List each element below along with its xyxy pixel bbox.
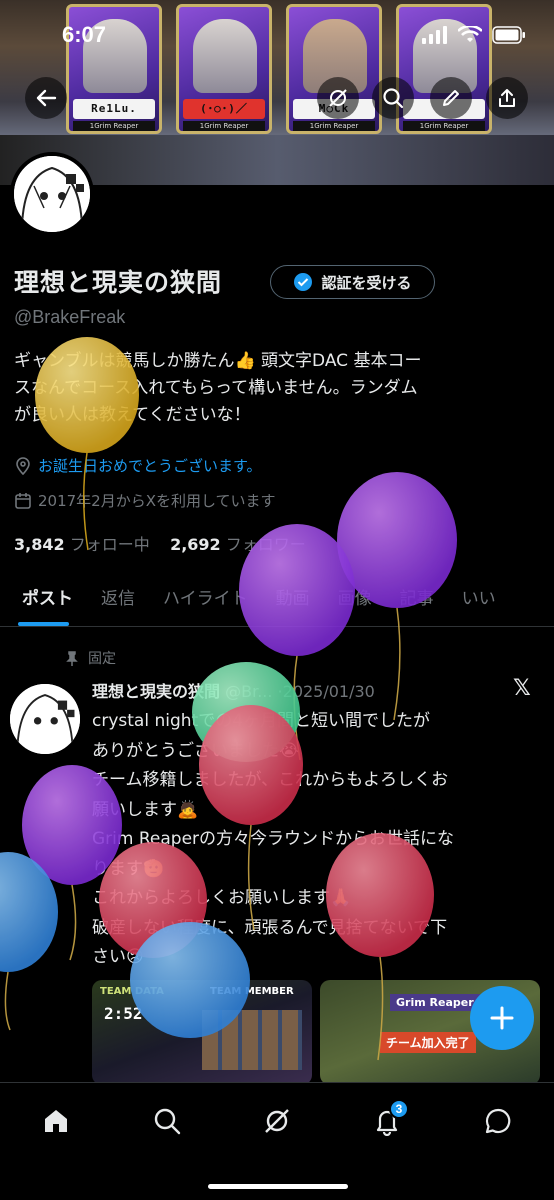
balloon-blue [0, 852, 58, 1031]
bio-line: ギャンブルは競馬しか勝たん👍 頭文字DAC 基本コー [14, 351, 422, 371]
post-author-handle: @Br... [225, 682, 273, 701]
post-body: crystal nightでの4ヶ月間と短い間でしたが ありがとうございました😭… [92, 707, 540, 973]
joined-line: 2017年2月からXを利用しています [14, 490, 276, 511]
profile-avatar[interactable] [10, 152, 94, 236]
compose-button[interactable] [470, 986, 534, 1050]
joined-text: 2017年2月からXを利用しています [38, 492, 276, 510]
post-line: ありがとうございました😭 [92, 740, 299, 761]
post-line: さい😢 [92, 947, 144, 967]
pinned-label: 固定 [88, 651, 116, 667]
grok-icon [265, 1109, 289, 1133]
post-line: Grim Reaperの方々今ラウンドからお世話にな [92, 829, 455, 849]
location-pin-icon [16, 456, 30, 475]
bio-line: が良い人は教えてくださいな！ [14, 405, 251, 425]
tab-posts[interactable]: ポスト [0, 572, 87, 626]
search-button[interactable] [372, 77, 414, 119]
edit-button[interactable] [430, 77, 472, 119]
media-member-label: TEAM MEMBER [210, 986, 294, 997]
x-logo-icon: 𝕏 [513, 676, 531, 701]
post-line: ります🫡 [92, 858, 165, 879]
nav-grok[interactable] [255, 1099, 299, 1143]
post-header: 理想と現実の狭間 @Br... ·2025/01/30 [92, 678, 375, 702]
share-icon [499, 89, 515, 107]
get-verified-label: 認証を受ける [321, 273, 412, 292]
post-line: チーム移籍しましたが、これからもよろしくお [92, 770, 449, 790]
nav-messages[interactable] [476, 1099, 520, 1143]
share-button[interactable] [486, 77, 528, 119]
bottom-navigation: 3 [0, 1082, 554, 1200]
profile-tabs: ポスト 返信 ハイライト 動画 画像 記事 いい [0, 572, 554, 627]
home-indicator [208, 1184, 348, 1189]
search-icon [383, 88, 404, 109]
back-button[interactable] [25, 77, 67, 119]
verified-badge-icon [294, 273, 313, 291]
calendar-icon [15, 492, 31, 509]
followers-link[interactable]: 2,692 フォロワー [170, 535, 306, 554]
media-caption: チーム加入完了 [380, 1032, 476, 1053]
media-time-value: 2:52 [104, 1004, 143, 1023]
wifi-icon [458, 26, 482, 42]
grok-button[interactable] [317, 77, 359, 119]
post-line: これからよろしくお願いします🙏 [92, 888, 352, 908]
birthday-text[interactable]: お誕生日おめでとうございます。 [38, 455, 262, 476]
status-time: 6:07 [62, 22, 107, 47]
post-line: 願いします🙇 [92, 799, 199, 820]
media-team-label: Grim Reaper [390, 994, 480, 1011]
tab-highlights[interactable]: ハイライト [149, 572, 262, 626]
signal-icon [422, 26, 447, 44]
birthday-line[interactable]: お誕生日おめでとうございます。 [14, 455, 262, 476]
banner-card: (･○･)／ 1Grim Reaper [176, 4, 272, 134]
status-icons [422, 26, 526, 44]
grok-icon [329, 89, 347, 107]
tab-videos[interactable]: 動画 [262, 572, 324, 626]
plus-icon [490, 1006, 514, 1030]
battery-icon [492, 26, 525, 44]
pencil-icon [443, 90, 459, 106]
arrow-left-icon [36, 89, 57, 107]
message-icon [485, 1108, 511, 1134]
search-icon [154, 1108, 181, 1135]
bio-line: スなんでコース入れてもらって構いません。ランダム [14, 378, 418, 398]
tab-articles[interactable]: 記事 [386, 572, 448, 626]
home-icon [45, 1110, 67, 1132]
profile-name: 理想と現実の狭間 [14, 268, 223, 297]
post-author-name[interactable]: 理想と現実の狭間 [92, 682, 220, 701]
tab-photos[interactable]: 画像 [324, 572, 386, 626]
profile-bio: ギャンブルは競馬しか勝たん👍 頭文字DAC 基本コー スなんでコース入れてもらっ… [14, 348, 534, 429]
media-team-data-label: TEAM DATA [100, 986, 164, 997]
pin-icon [66, 651, 78, 666]
nav-home[interactable] [34, 1099, 78, 1143]
post-line: 破産しない程度に、頑張るんで見捨てないで下 [92, 917, 448, 938]
tab-replies[interactable]: 返信 [87, 572, 149, 626]
tab-likes[interactable]: いい [448, 572, 510, 626]
profile-handle: @BrakeFreak [14, 307, 126, 327]
post-line: crystal nightでの4ヶ月間と短い間でしたが [92, 711, 431, 731]
avatar-illustration [14, 156, 90, 232]
follow-stats: 3,842 フォロー中 2,692 フォロワー [14, 531, 306, 555]
post-author-avatar[interactable] [10, 684, 80, 754]
post-media-left[interactable]: TEAM DATA 2:52 TEAM MEMBER [92, 980, 312, 1085]
post-date: ·2025/01/30 [277, 682, 375, 701]
following-link[interactable]: 3,842 フォロー中 [14, 535, 150, 554]
nav-notifications[interactable]: 3 [365, 1099, 409, 1143]
pinned-indicator: 固定 [64, 648, 116, 668]
notification-badge: 3 [389, 1099, 409, 1119]
get-verified-button[interactable]: 認証を受ける [270, 265, 435, 299]
nav-search[interactable] [145, 1099, 189, 1143]
avatar-illustration [10, 684, 80, 754]
